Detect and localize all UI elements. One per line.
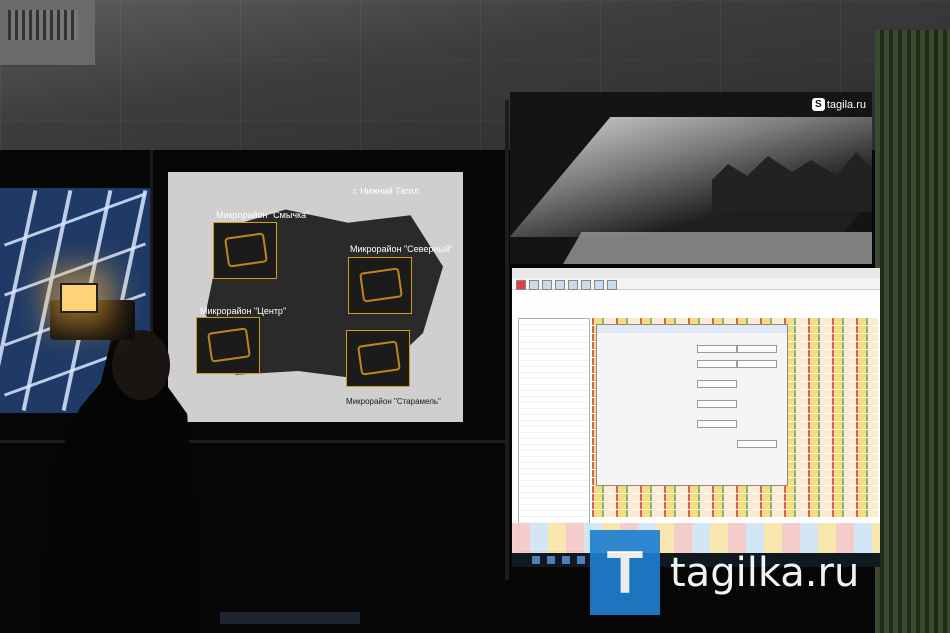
snow-bank — [558, 232, 872, 264]
dialog-button — [737, 360, 777, 368]
toolbar-icon — [607, 280, 617, 290]
toolbar-icon — [581, 280, 591, 290]
traffic-camera-feed: S tagila.ru — [510, 92, 872, 264]
dialog-button — [697, 345, 737, 353]
label-tsentr: Микрорайон "Центр" — [200, 306, 287, 316]
toolbar-icon — [542, 280, 552, 290]
settings-dialog — [596, 324, 788, 486]
inset-smychka — [213, 222, 277, 279]
tagila-logo-icon: S — [811, 98, 825, 111]
toolbar-icon — [594, 280, 604, 290]
toolbar-icon — [568, 280, 578, 290]
label-severny: Микрорайон "Северный" — [350, 244, 454, 254]
dispatch-software-window — [512, 268, 880, 553]
toolbar-icon — [516, 280, 526, 290]
taskbar-icon — [547, 556, 555, 564]
tagilka-watermark: T tagilka.ru — [590, 530, 859, 615]
taskbar-icon — [577, 556, 585, 564]
label-smychka: Микрорайон "Смычка" — [216, 210, 310, 220]
dialog-button — [737, 440, 777, 448]
device-tree-panel — [518, 318, 590, 552]
dialog-button — [737, 345, 777, 353]
photo-scene: г. Нижний Тагил Микрорайон "Смычка" Микр… — [0, 0, 950, 633]
inset-staramel — [346, 330, 410, 387]
tagila-watermark-text: tagila.ru — [826, 98, 866, 111]
city-title: г. Нижний Тагил — [353, 186, 419, 196]
screen-seam — [505, 100, 509, 580]
window-titlebar — [512, 268, 880, 278]
inset-tsentr — [196, 317, 260, 374]
camera-light — [60, 283, 98, 313]
videographer-head — [112, 330, 170, 400]
dialog-button — [697, 420, 737, 428]
toolbar-icon — [555, 280, 565, 290]
tagilka-logo-icon: T — [590, 530, 660, 615]
inset-severny — [348, 257, 412, 314]
dialog-button — [697, 360, 737, 368]
taskbar-icon — [562, 556, 570, 564]
district-map-slide: г. Нижний Тагил Микрорайон "Смычка" Микр… — [168, 172, 463, 422]
app-toolbar — [512, 278, 880, 290]
tagilka-site-text: tagilka.ru — [670, 549, 860, 596]
monitor-taskbar — [220, 612, 360, 624]
label-staramel: Микрорайон "Старамель" — [346, 397, 441, 406]
dialog-button — [697, 380, 737, 388]
taskbar-icon — [532, 556, 540, 564]
dialog-button — [697, 400, 737, 408]
window-blinds — [875, 30, 950, 633]
ceiling-vent — [0, 0, 95, 67]
toolbar-icon — [529, 280, 539, 290]
dialog-title — [597, 325, 787, 333]
tagila-watermark: S tagila.ru — [811, 98, 866, 111]
